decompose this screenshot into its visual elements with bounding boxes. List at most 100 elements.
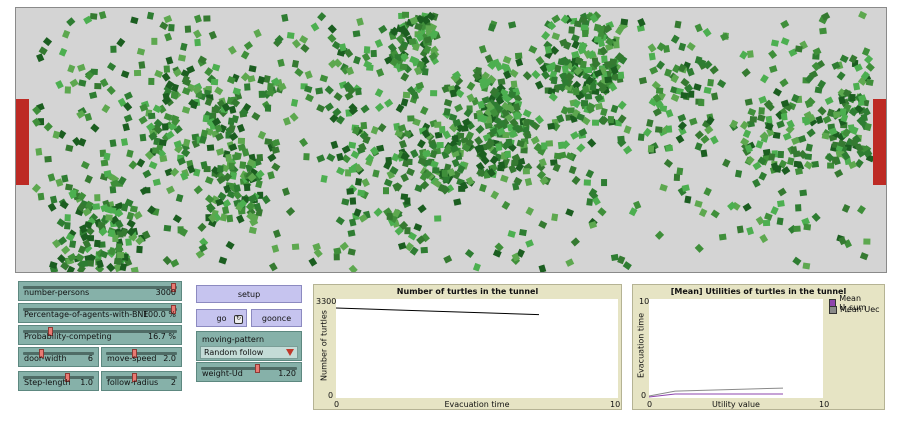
turtle [136,47,146,56]
turtle [291,243,300,251]
turtle [857,205,866,215]
turtle [113,258,122,266]
slider-number-persons[interactable]: number-persons 3000 [18,281,182,301]
turtle [103,152,111,161]
turtle [377,123,387,133]
turtle [62,29,71,39]
turtle [836,71,846,81]
turtle [834,169,844,178]
turtle [399,63,408,71]
turtle [348,166,357,174]
turtle [64,214,71,222]
turtle [746,226,755,236]
turtle [77,245,87,255]
turtle [475,124,485,135]
turtle [425,25,432,33]
legend-swatch [829,305,837,314]
turtle [146,11,155,20]
turtle [315,87,324,95]
turtle [248,65,257,73]
turtle [108,206,117,215]
turtle [120,138,129,147]
setup-button[interactable]: setup [196,285,302,303]
chooser-dropdown[interactable]: Random follow [200,346,298,359]
go-button[interactable]: go ↻ [196,309,247,327]
turtle [136,158,146,168]
turtle [226,214,234,223]
turtle [248,226,257,235]
slider-value: 2 [170,378,176,387]
turtle [406,167,415,177]
turtle [361,52,371,62]
world-view[interactable] [15,7,887,273]
turtle [758,171,767,181]
turtle [43,122,53,132]
turtle [352,30,361,38]
turtle [686,42,696,51]
slider-probability-competing[interactable]: Probability-competing 16.7 % [18,325,182,345]
y-axis-label: Number of turtles [319,310,329,381]
turtle [443,98,453,107]
turtle [203,15,211,22]
turtle [347,229,356,237]
slider-weight-ud[interactable]: weight-Ud 1.20 [196,362,302,382]
turtle [656,60,665,70]
turtle [709,65,719,75]
turtle [538,220,548,229]
slider-percentage-bne[interactable]: Percentage-of-agents-with-BNE 100.0 % [18,303,182,323]
turtle [703,86,712,95]
turtle [123,114,133,123]
turtle [839,108,847,116]
turtle [165,185,175,195]
turtle [84,174,93,184]
turtle [637,133,645,142]
turtle [665,125,673,133]
goonce-button[interactable]: goonce [251,309,302,327]
slider-step-length[interactable]: Step-length 1.0 [18,371,99,391]
turtle [163,224,172,232]
turtle [443,107,451,116]
turtle [154,69,163,78]
turtle [341,198,350,206]
turtle [64,86,72,94]
turtle [348,264,358,272]
turtle [744,98,753,106]
legend-item: Mean Uec [829,305,880,314]
slider-follow-radius[interactable]: follow-radius 2 [101,371,182,391]
slider-label: Percentage-of-agents-with-BNE [24,310,149,319]
turtle [404,227,411,235]
turtle [502,55,512,64]
turtle [757,114,766,122]
turtle [129,205,138,213]
turtle [736,225,744,234]
dropdown-arrow-icon [286,349,294,356]
turtle [304,70,313,80]
turtle [316,154,326,163]
plot-mean-utilities: [Mean] Utilities of turtles in the tunne… [632,284,885,410]
plot-canvas [648,387,784,398]
turtle [126,211,135,221]
turtle [822,115,832,124]
turtle [573,20,582,28]
goonce-button-label: goonce [261,313,292,323]
turtle [130,266,139,272]
slider-door-width[interactable]: door-width 6 [18,347,99,367]
turtle [126,149,134,158]
slider-value: 6 [87,354,93,363]
turtle [859,252,869,261]
turtle [257,75,266,85]
turtle [163,15,173,24]
slider-knob[interactable] [255,364,260,373]
turtle [703,187,712,197]
turtle [500,174,509,183]
turtle [694,142,703,151]
turtle [710,135,719,145]
turtle [404,197,411,205]
moving-pattern-chooser[interactable]: moving-pattern Random follow [196,331,302,361]
turtle [400,98,409,107]
turtle [525,206,535,216]
turtle [793,225,801,233]
turtle [324,85,334,95]
turtle [100,159,109,167]
slider-move-speed[interactable]: move-speed 2.0 [101,347,182,367]
